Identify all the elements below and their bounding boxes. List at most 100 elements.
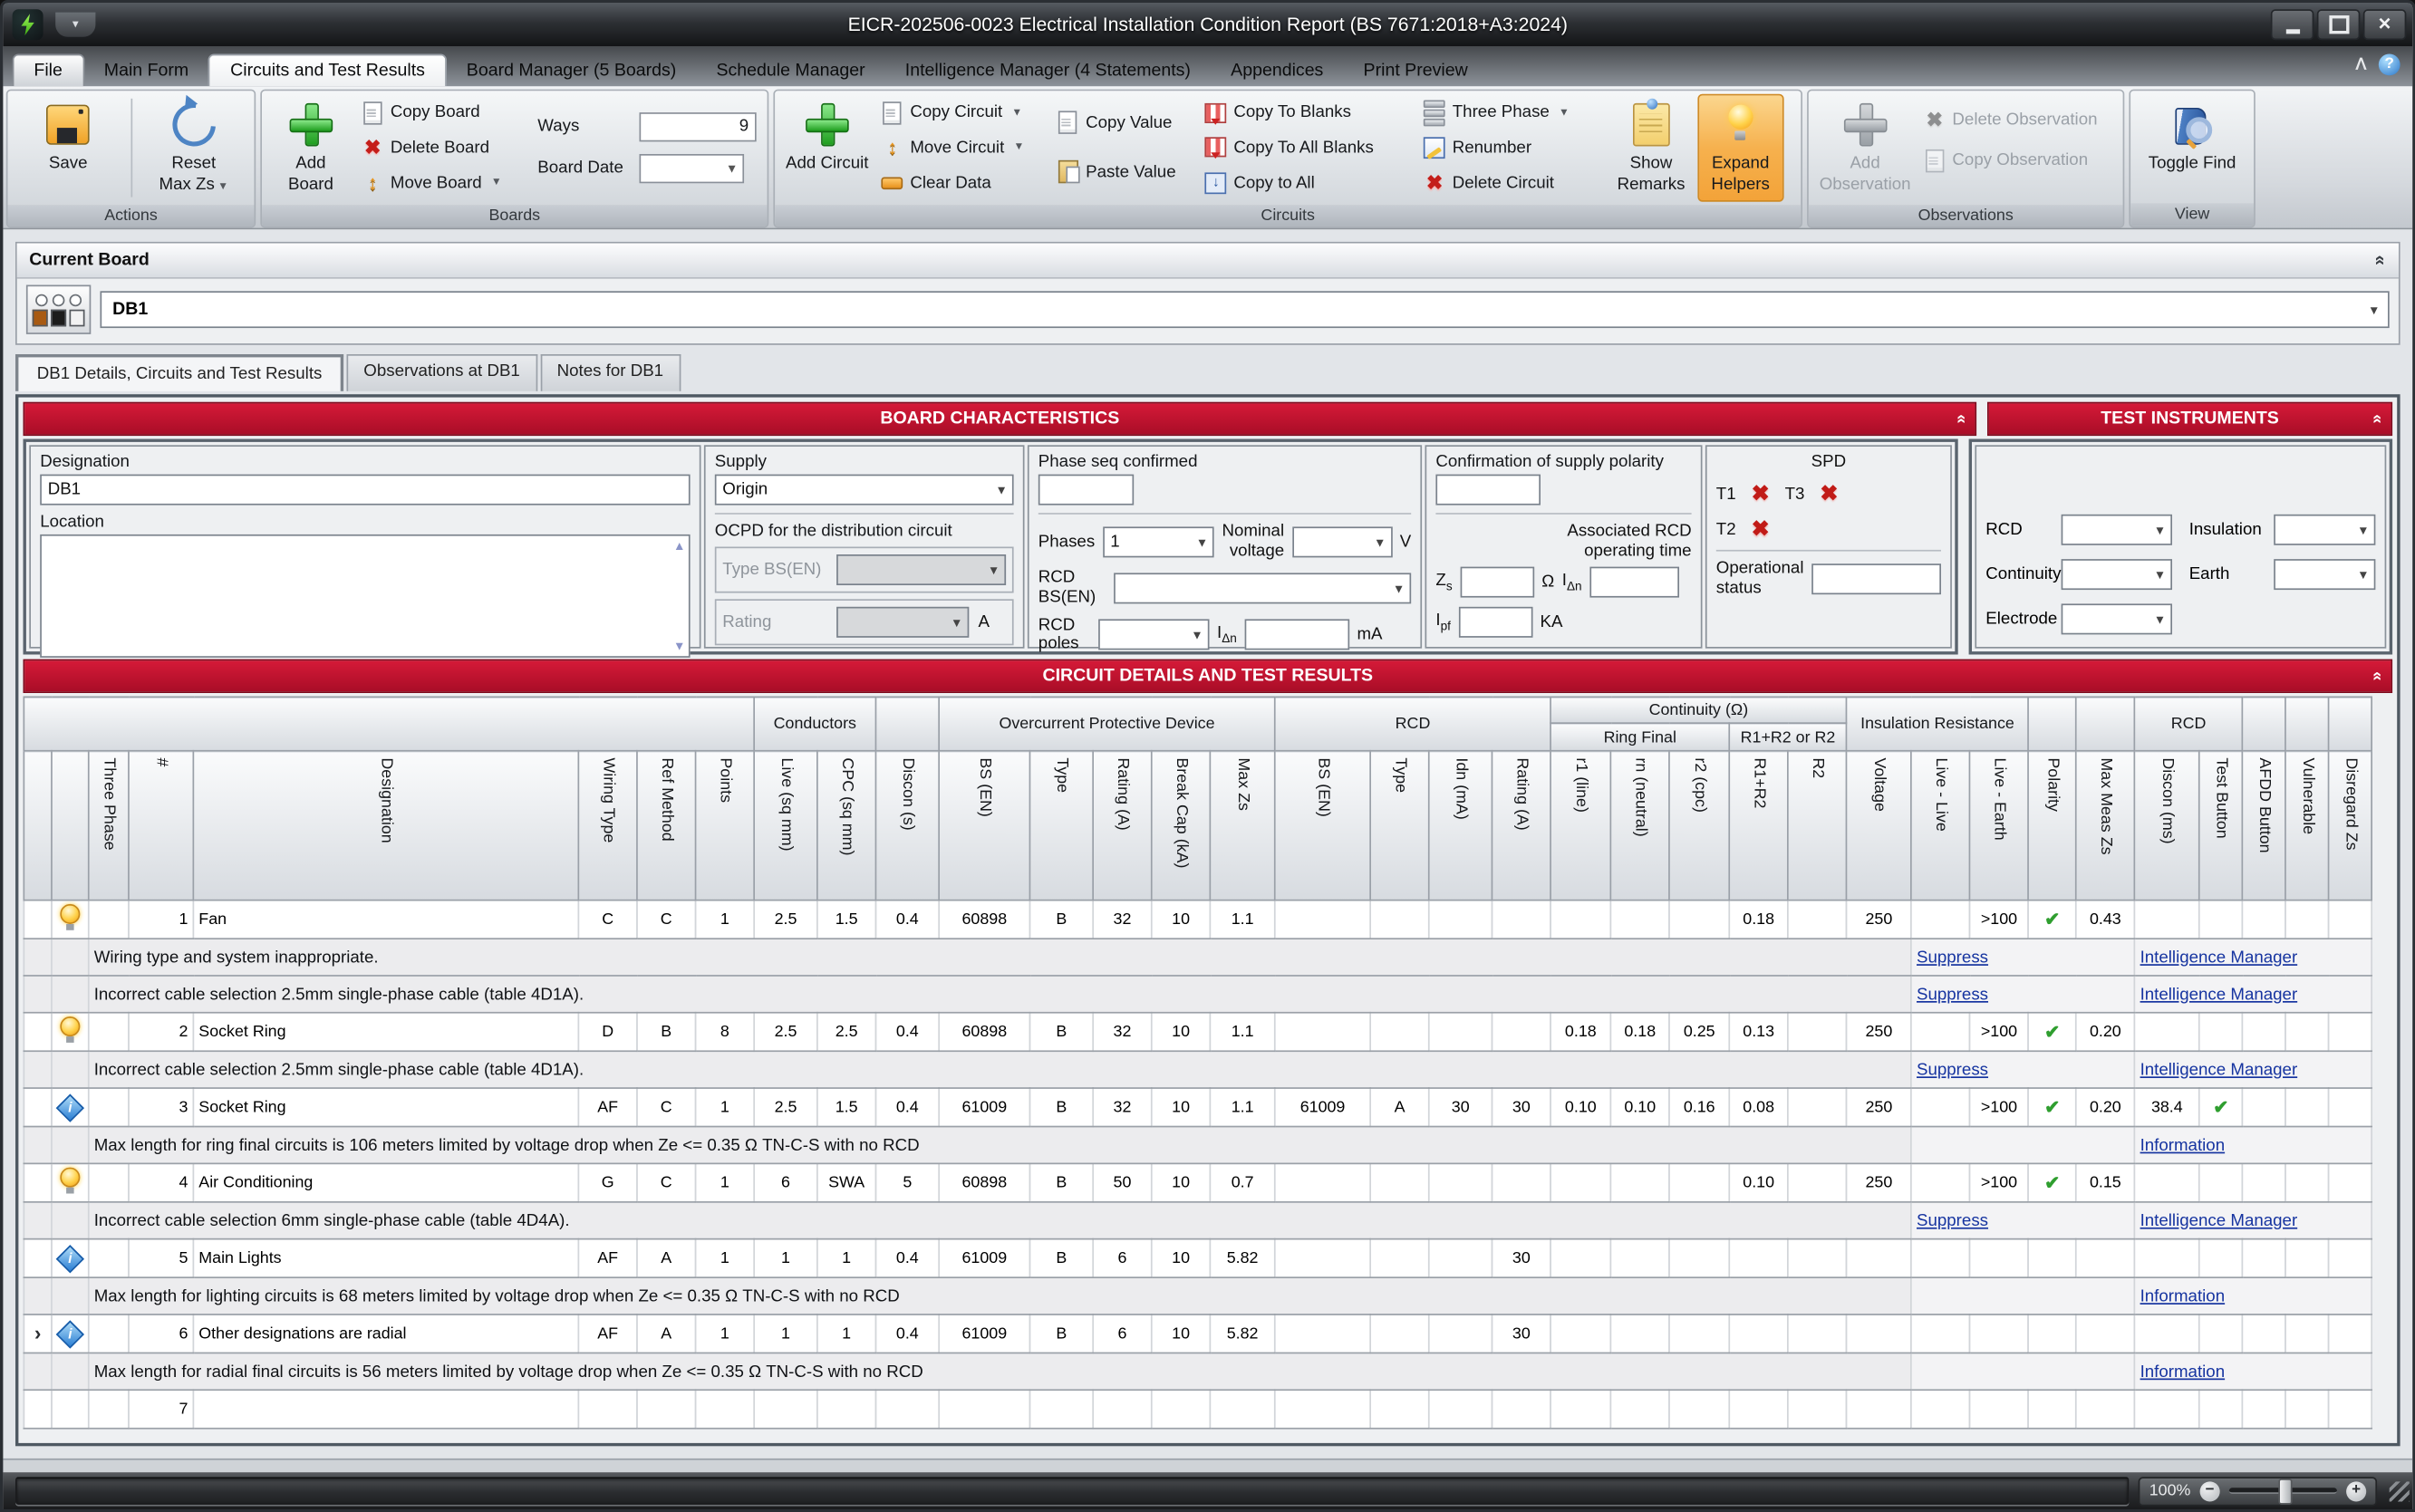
circuit-cell[interactable]: 50 [1093,1163,1152,1202]
circuit-cell[interactable]: 0.08 [1729,1088,1788,1127]
nominal-voltage-select[interactable]: ▼ [1292,526,1393,557]
circuit-cell[interactable] [1275,1163,1370,1202]
row-selector[interactable] [24,1390,52,1429]
circuit-cell[interactable]: SWA [817,1163,876,1202]
circuit-cell[interactable]: 250 [1847,1088,1911,1127]
circuit-cell[interactable]: 30 [1492,1315,1551,1353]
scroll-down-icon[interactable]: ▼ [673,640,685,653]
circuit-cell[interactable]: 2.5 [817,1013,876,1052]
circuit-cell[interactable] [1788,1013,1847,1052]
scroll-up-icon[interactable]: ▲ [673,539,685,553]
circuit-cell[interactable]: 61009 [1275,1088,1370,1127]
paste-value-button[interactable]: Paste Value [1057,158,1195,186]
information-link[interactable]: Information [2140,1136,2226,1154]
toggle-find-button[interactable]: Toggle Find [2135,94,2249,200]
circuit-cell[interactable] [637,1390,696,1429]
resize-grip[interactable] [2390,1481,2410,1501]
circuit-cell[interactable]: 2 [129,1013,193,1052]
board-select[interactable]: DB1 ▼ [101,291,2390,328]
circuit-cell[interactable]: >100 [1970,1013,2029,1052]
circuit-cell[interactable]: Main Lights [193,1239,578,1278]
circuit-cell[interactable] [1970,1390,2029,1429]
circuit-cell[interactable]: 0.18 [1729,900,1788,939]
subtab-observations[interactable]: Observations at DB1 [347,354,537,391]
circuit-cell[interactable] [1847,1239,1911,1278]
idn-input[interactable] [1244,620,1349,650]
circuit-cell[interactable]: 1.5 [817,1088,876,1127]
collapse-panel-icon[interactable] [2376,249,2386,271]
circuit-cell[interactable] [2135,1163,2199,1202]
circuit-cell[interactable] [2076,1315,2135,1353]
circuit-cell[interactable]: G [578,1163,637,1202]
circuit-cell[interactable] [2285,1315,2329,1353]
circuit-cell[interactable]: 30 [1492,1239,1551,1278]
circuit-cell[interactable] [2135,900,2199,939]
circuit-cell[interactable] [2329,900,2372,939]
circuit-cell[interactable]: 1.1 [1210,1088,1274,1127]
move-board-button[interactable]: ↕Move Board▼ [362,169,526,197]
circuit-cell[interactable]: C [637,1088,696,1127]
collapse-section-icon[interactable] [2372,667,2381,685]
circuit-cell[interactable]: AF [578,1239,637,1278]
circuit-cell[interactable]: Fan [193,900,578,939]
suppress-link[interactable]: Suppress [1917,948,1988,966]
circuit-cell[interactable] [2243,1315,2286,1353]
circuit-cell[interactable] [939,1390,1029,1429]
spd-t2-x-icon[interactable]: ✖ [1752,516,1770,543]
circuit-cell[interactable]: B [1029,1088,1093,1127]
circuit-cell[interactable] [2076,1390,2135,1429]
circuit-cell[interactable]: 0.13 [1729,1013,1788,1052]
circuit-cell[interactable] [1550,900,1610,939]
tab-main-form[interactable]: Main Form [84,55,209,86]
circuit-cell[interactable]: 1 [817,1315,876,1353]
zoom-out-button[interactable]: − [2200,1481,2220,1501]
circuit-cell[interactable]: B [1029,1315,1093,1353]
circuit-cell[interactable]: 0.18 [1610,1013,1669,1052]
intelligence-manager-link[interactable]: Intelligence Manager [2140,985,2298,1003]
circuit-cell[interactable]: B [1029,900,1093,939]
circuit-cell[interactable] [1970,1315,2029,1353]
circuit-cell[interactable] [1370,1315,1429,1353]
circuit-cell[interactable]: Air Conditioning [193,1163,578,1202]
delete-circuit-button[interactable]: ✖Delete Circuit [1423,169,1601,197]
collapse-section-icon[interactable] [2372,409,2381,428]
circuit-cell[interactable] [1788,900,1847,939]
circuit-cell[interactable]: 8 [696,1013,755,1052]
circuit-cell[interactable]: 6 [1093,1315,1152,1353]
circuit-cell[interactable]: 1 [817,1239,876,1278]
circuit-cell[interactable]: 10 [1152,1013,1211,1052]
circuit-cell[interactable] [1911,1088,1970,1127]
circuit-cell[interactable]: A [637,1239,696,1278]
circuit-cell[interactable]: 61009 [939,1315,1029,1353]
circuit-cell[interactable]: ✔ [2028,900,2076,939]
circuit-cell[interactable] [2135,1239,2199,1278]
circuit-cell[interactable]: 250 [1847,900,1911,939]
circuit-cell[interactable] [2028,1315,2076,1353]
electrode-instrument-select[interactable]: ▼ [2062,603,2172,634]
tab-file[interactable]: File [13,54,84,87]
add-observation-button[interactable]: AddObservation [1813,94,1917,201]
circuit-cell[interactable] [1610,1239,1669,1278]
circuit-cell[interactable] [2243,1163,2286,1202]
circuit-cell[interactable] [1669,1390,1729,1429]
circuit-cell[interactable]: Socket Ring [193,1013,578,1052]
circuit-cell[interactable]: Socket Ring [193,1088,578,1127]
phases-select[interactable]: 1▼ [1103,526,1214,557]
circuit-cell[interactable]: 0.4 [875,1239,939,1278]
assoc-idn-input[interactable] [1589,567,1679,598]
circuit-cell[interactable] [817,1390,876,1429]
circuit-cell[interactable] [2243,1088,2286,1127]
circuit-cell[interactable]: 0.4 [875,1088,939,1127]
circuit-cell[interactable] [2285,1239,2329,1278]
supply-polarity-input[interactable] [1435,475,1541,506]
circuit-cell[interactable] [2199,1390,2243,1429]
circuit-cell[interactable] [1550,1390,1610,1429]
circuit-cell[interactable]: 1.1 [1210,900,1274,939]
circuit-cell[interactable] [1370,1163,1429,1202]
circuit-cell[interactable] [1970,1239,2029,1278]
circuit-cell[interactable]: B [1029,1239,1093,1278]
circuit-cell[interactable]: 3 [129,1088,193,1127]
circuit-cell[interactable] [1492,1013,1551,1052]
circuit-cell[interactable] [1610,1315,1669,1353]
circuit-cell[interactable]: 60898 [939,1013,1029,1052]
